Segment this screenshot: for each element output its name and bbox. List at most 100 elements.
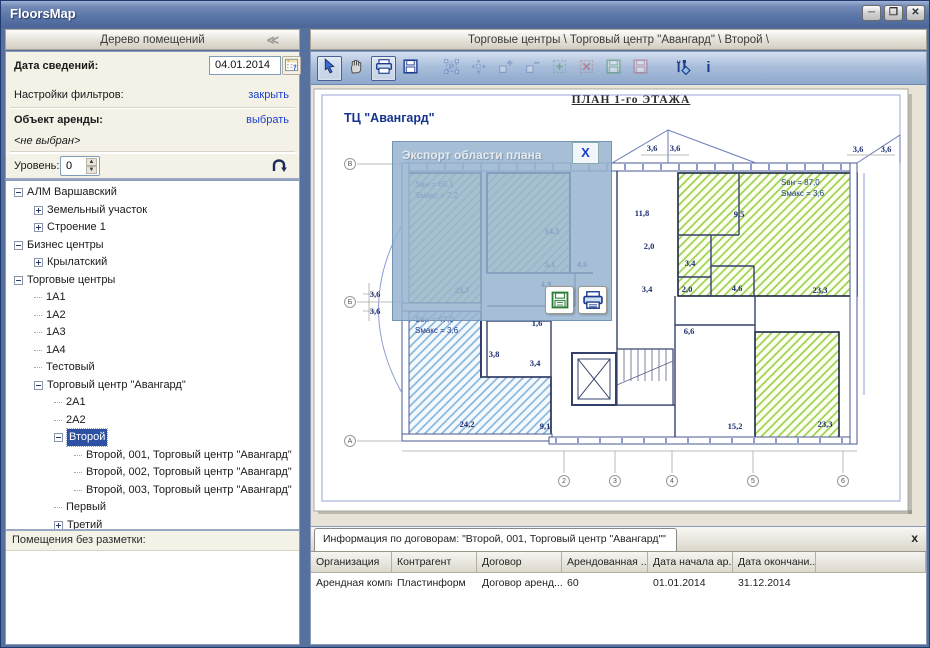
tree-item[interactable]: Земельный участок: [6, 202, 299, 220]
move-region-button[interactable]: [466, 56, 491, 81]
dimension-label: 11,8: [635, 208, 649, 218]
save-region-red-button[interactable]: [628, 56, 653, 81]
tree-item[interactable]: Бизнес центры: [6, 237, 299, 255]
app-title: FloorsMap: [10, 6, 76, 21]
building-label: ТЦ "Авангард": [344, 111, 435, 125]
collapse-icon[interactable]: [14, 188, 23, 197]
tree-connector: [54, 507, 62, 508]
tree-item-label: Второй: [67, 429, 107, 446]
column-header[interactable]: Организация: [311, 552, 392, 573]
pan-hand-button[interactable]: [344, 56, 369, 81]
unmarked-rooms-panel: Помещения без разметки:: [6, 529, 299, 644]
column-header[interactable]: Контрагент: [392, 552, 477, 573]
export-region-overlay[interactable]: Экспорт области плана X: [392, 141, 612, 321]
tree-item[interactable]: Второй, 001, Торговый центр "Авангард": [6, 447, 299, 465]
contracts-tabbar: Информация по договорам: "Второй, 001, Т…: [311, 527, 926, 552]
date-input[interactable]: 04.01.2014: [209, 56, 281, 75]
axis-marker: 4: [666, 475, 678, 487]
dimension-label: 3,6: [853, 144, 864, 154]
save-region-green-button[interactable]: [601, 56, 626, 81]
print-button[interactable]: [371, 56, 396, 81]
tree-item[interactable]: Второй: [6, 429, 299, 447]
unmarked-rooms-list[interactable]: [6, 551, 299, 644]
table-row[interactable]: Арендная компа...ПластинформДоговор арен…: [311, 573, 926, 593]
column-header[interactable]: Дата окончани...: [733, 552, 816, 573]
collapse-panel-button[interactable]: ≪: [266, 33, 277, 47]
refresh-button[interactable]: [269, 155, 289, 180]
tree-item[interactable]: 1А3: [6, 324, 299, 342]
contracts-table-header: ОрганизацияКонтрагентДоговорАрендованная…: [311, 552, 926, 573]
collapse-icon[interactable]: [54, 433, 63, 442]
tree-item[interactable]: АЛМ Варшавский: [6, 184, 299, 202]
column-header[interactable]: Договор: [477, 552, 562, 573]
export-region-button[interactable]: P: [439, 56, 464, 81]
zoom-out-region-button[interactable]: [520, 56, 545, 81]
export-print-button[interactable]: [578, 286, 607, 314]
axis-marker: А: [344, 435, 356, 447]
contracts-tab[interactable]: Информация по договорам: "Второй, 001, Т…: [314, 528, 677, 551]
delete-region-icon: [578, 58, 595, 78]
tree-item[interactable]: 2А2: [6, 412, 299, 430]
tree-item[interactable]: Третий: [6, 517, 299, 530]
expand-icon[interactable]: [34, 223, 43, 232]
tree-item[interactable]: 2А1: [6, 394, 299, 412]
zoom-in-region-button[interactable]: [493, 56, 518, 81]
collapse-icon[interactable]: [14, 241, 23, 250]
close-button[interactable]: ✕: [906, 5, 925, 21]
axis-marker: 3: [609, 475, 621, 487]
tree-item[interactable]: Крылатский: [6, 254, 299, 272]
tree-item-label: Торговый центр "Авангард": [47, 377, 186, 394]
tree-item[interactable]: Тестовый: [6, 359, 299, 377]
column-header[interactable]: Арендованная ...: [562, 552, 648, 573]
rooms-tree[interactable]: АЛМ ВаршавскийЗемельный участокСтроение …: [6, 180, 299, 529]
delete-region-button[interactable]: [574, 56, 599, 81]
tree-item[interactable]: 1А1: [6, 289, 299, 307]
tree-item[interactable]: Второй, 002, Торговый центр "Авангард": [6, 464, 299, 482]
titlebar[interactable]: FloorsMap ─ ❐ ✕: [1, 1, 930, 28]
calendar-button[interactable]: 7: [282, 56, 301, 75]
filter-close-link[interactable]: закрыть: [248, 89, 289, 101]
tree-connector: [74, 490, 82, 491]
settings-button[interactable]: [669, 56, 694, 81]
tree-item[interactable]: 1А2: [6, 307, 299, 325]
tree-panel-title: Дерево помещений: [100, 34, 204, 46]
dimension-label: 4,6: [732, 283, 743, 293]
spinner-down-button[interactable]: ▼: [86, 166, 97, 174]
floor-plan[interactable]: ПЛАН 1-го ЭТАЖА ТЦ "Авангард" 3,63,63,63…: [311, 85, 926, 526]
minimize-button[interactable]: ─: [862, 5, 881, 21]
contracts-close-button[interactable]: x: [911, 531, 918, 545]
tree-item[interactable]: Второй, 003, Торговый центр "Авангард": [6, 482, 299, 500]
collapse-icon[interactable]: [14, 276, 23, 285]
dimension-label: 3,6: [370, 306, 381, 316]
collapse-icon[interactable]: [34, 381, 43, 390]
level-spinner[interactable]: 0 ▲ ▼: [60, 156, 100, 176]
tree-item[interactable]: Торговый центр "Авангард": [6, 377, 299, 395]
tree-connector: [74, 455, 82, 456]
restore-button[interactable]: ❐: [884, 5, 903, 21]
tree-item-label: Тестовый: [46, 359, 95, 376]
add-region-button[interactable]: [547, 56, 572, 81]
calendar-icon: 7: [284, 57, 299, 72]
tree-item[interactable]: 1А4: [6, 342, 299, 360]
axis-marker: В: [344, 158, 356, 170]
expand-icon[interactable]: [54, 521, 63, 529]
room-area-label: Sвн = 87,0Sмакс = 3,6: [781, 177, 824, 199]
column-header[interactable]: Дата начала ар...: [648, 552, 733, 573]
info-button[interactable]: i: [696, 56, 721, 81]
tree-item[interactable]: Первый: [6, 499, 299, 517]
expand-icon[interactable]: [34, 258, 43, 267]
tree-connector: [34, 297, 42, 298]
cursor-button[interactable]: [317, 56, 342, 81]
spinner-up-button[interactable]: ▲: [86, 158, 97, 166]
lease-select-link[interactable]: выбрать: [246, 114, 289, 126]
dimension-label: 2,0: [682, 284, 693, 294]
save-button[interactable]: [398, 56, 423, 81]
export-save-button[interactable]: [545, 286, 574, 314]
expand-icon[interactable]: [34, 206, 43, 215]
tree-item-label: Третий: [67, 517, 102, 529]
tree-item[interactable]: Торговые центры: [6, 272, 299, 290]
tree-item[interactable]: Строение 1: [6, 219, 299, 237]
tree-connector: [54, 402, 62, 403]
export-overlay-close-button[interactable]: X: [572, 142, 599, 164]
dimension-label: 15,2: [728, 421, 743, 431]
